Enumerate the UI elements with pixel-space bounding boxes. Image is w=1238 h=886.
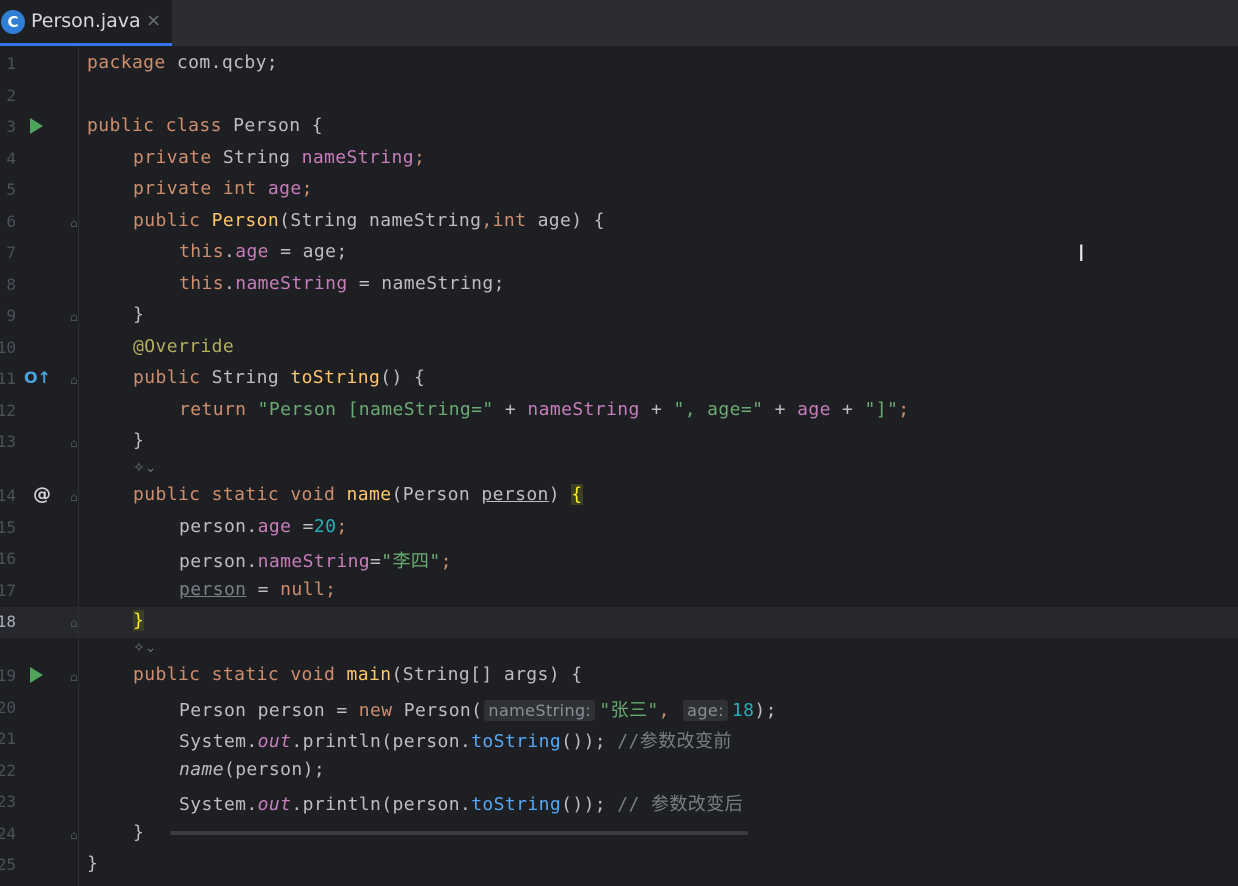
- override-method-icon[interactable]: O↑: [24, 368, 51, 387]
- ai-assistant-hint-icon[interactable]: ✧⌄: [133, 460, 156, 476]
- run-main-icon[interactable]: [30, 667, 43, 683]
- gutter-divider: [78, 46, 79, 886]
- line-number: 23: [0, 792, 16, 811]
- code-line-25[interactable]: }: [87, 853, 98, 874]
- fold-marker-icon[interactable]: ⌂: [70, 374, 80, 386]
- code-line-23[interactable]: System.out.println(person.toString()); /…: [179, 790, 743, 816]
- close-icon[interactable]: ×: [146, 10, 161, 31]
- code-line-12[interactable]: return "Person [nameString=" + nameStrin…: [179, 399, 910, 420]
- line-number: 16: [0, 549, 16, 568]
- fold-marker-icon[interactable]: ⌂: [70, 829, 80, 841]
- line-number: 24: [0, 824, 16, 843]
- line-number: 6: [6, 212, 16, 231]
- line-number: 2: [6, 86, 16, 105]
- fold-marker-icon[interactable]: ⌂: [70, 671, 80, 683]
- fold-marker-icon[interactable]: ⌂: [70, 437, 80, 449]
- line-number: 19: [0, 666, 16, 685]
- code-line-21[interactable]: System.out.println(person.toString()); /…: [179, 727, 732, 753]
- line-number: 9: [6, 306, 16, 325]
- line-number: 12: [0, 401, 16, 420]
- fold-marker-icon[interactable]: ⌂: [70, 617, 80, 629]
- line-number: 10: [0, 338, 16, 357]
- ide-window: C Person.java × 1 2 3 4 5 6 7 8 9 10 11 …: [0, 0, 1238, 886]
- ai-assistant-hint-icon[interactable]: ✧⌄: [133, 640, 156, 656]
- code-line-19[interactable]: public static void main(String[] args) {: [133, 664, 583, 685]
- line-number: 15: [0, 518, 16, 537]
- java-class-icon: C: [1, 10, 25, 34]
- code-editor[interactable]: 1 2 3 4 5 6 7 8 9 10 11 12 13 14 15 16 1…: [0, 46, 1238, 886]
- mouse-text-cursor-icon: I: [1078, 242, 1085, 267]
- code-line-18[interactable]: }: [133, 610, 145, 631]
- line-number: 21: [0, 729, 16, 748]
- parameter-hint: nameString:: [484, 700, 596, 721]
- line-number: 14: [0, 486, 16, 505]
- code-line-24[interactable]: }: [133, 822, 144, 843]
- line-number: 13: [0, 432, 16, 451]
- code-line-22[interactable]: name(person);: [179, 759, 325, 780]
- code-line-7[interactable]: this.age = age;: [179, 241, 348, 262]
- code-line-15[interactable]: person.age =20;: [179, 516, 348, 537]
- code-line-16[interactable]: person.nameString="李四";: [179, 547, 452, 573]
- line-number: 17: [0, 581, 16, 600]
- line-number: 4: [6, 149, 16, 168]
- line-number-current: 18: [0, 612, 16, 631]
- code-line-8[interactable]: this.nameString = nameString;: [179, 273, 505, 294]
- code-line-11[interactable]: public String toString() {: [133, 367, 425, 388]
- fold-marker-icon[interactable]: ⌂: [70, 217, 80, 229]
- code-line-3[interactable]: public class Person {: [87, 115, 323, 136]
- code-line-4[interactable]: private String nameString;: [133, 147, 425, 168]
- line-number: 7: [6, 243, 16, 262]
- horizontal-scrollbar[interactable]: [170, 831, 748, 835]
- line-number: 22: [0, 761, 16, 780]
- code-line-14[interactable]: public static void name(Person person) {: [133, 484, 583, 505]
- line-number: 3: [6, 117, 16, 136]
- code-line-5[interactable]: private int age;: [133, 178, 313, 199]
- run-class-icon[interactable]: [30, 118, 43, 134]
- tab-label: Person.java: [31, 10, 141, 32]
- code-line-1[interactable]: package com.qcby;: [87, 52, 278, 73]
- code-line-9[interactable]: }: [133, 304, 144, 325]
- code-line-10[interactable]: @Override: [133, 336, 234, 357]
- line-number: 5: [6, 180, 16, 199]
- line-number: 25: [0, 855, 16, 874]
- parameter-hint: age:: [683, 700, 728, 721]
- current-line-highlight: [79, 607, 1238, 638]
- line-number: 1: [6, 54, 16, 73]
- code-line-17[interactable]: person = null;: [179, 579, 336, 600]
- line-number: 11: [0, 369, 16, 388]
- editor-tab-bar: C Person.java ×: [0, 0, 1238, 47]
- code-line-20[interactable]: Person person = new Person(nameString: "张…: [179, 696, 777, 722]
- tab-person-java[interactable]: C Person.java ×: [0, 0, 172, 46]
- fold-marker-icon[interactable]: ⌂: [70, 311, 80, 323]
- line-number: 20: [0, 698, 16, 717]
- at-usage-icon[interactable]: @: [33, 484, 51, 505]
- line-number: 8: [6, 275, 16, 294]
- code-line-6[interactable]: public Person(String nameString,int age)…: [133, 210, 605, 231]
- fold-marker-icon[interactable]: ⌂: [70, 491, 80, 503]
- code-line-13[interactable]: }: [133, 430, 144, 451]
